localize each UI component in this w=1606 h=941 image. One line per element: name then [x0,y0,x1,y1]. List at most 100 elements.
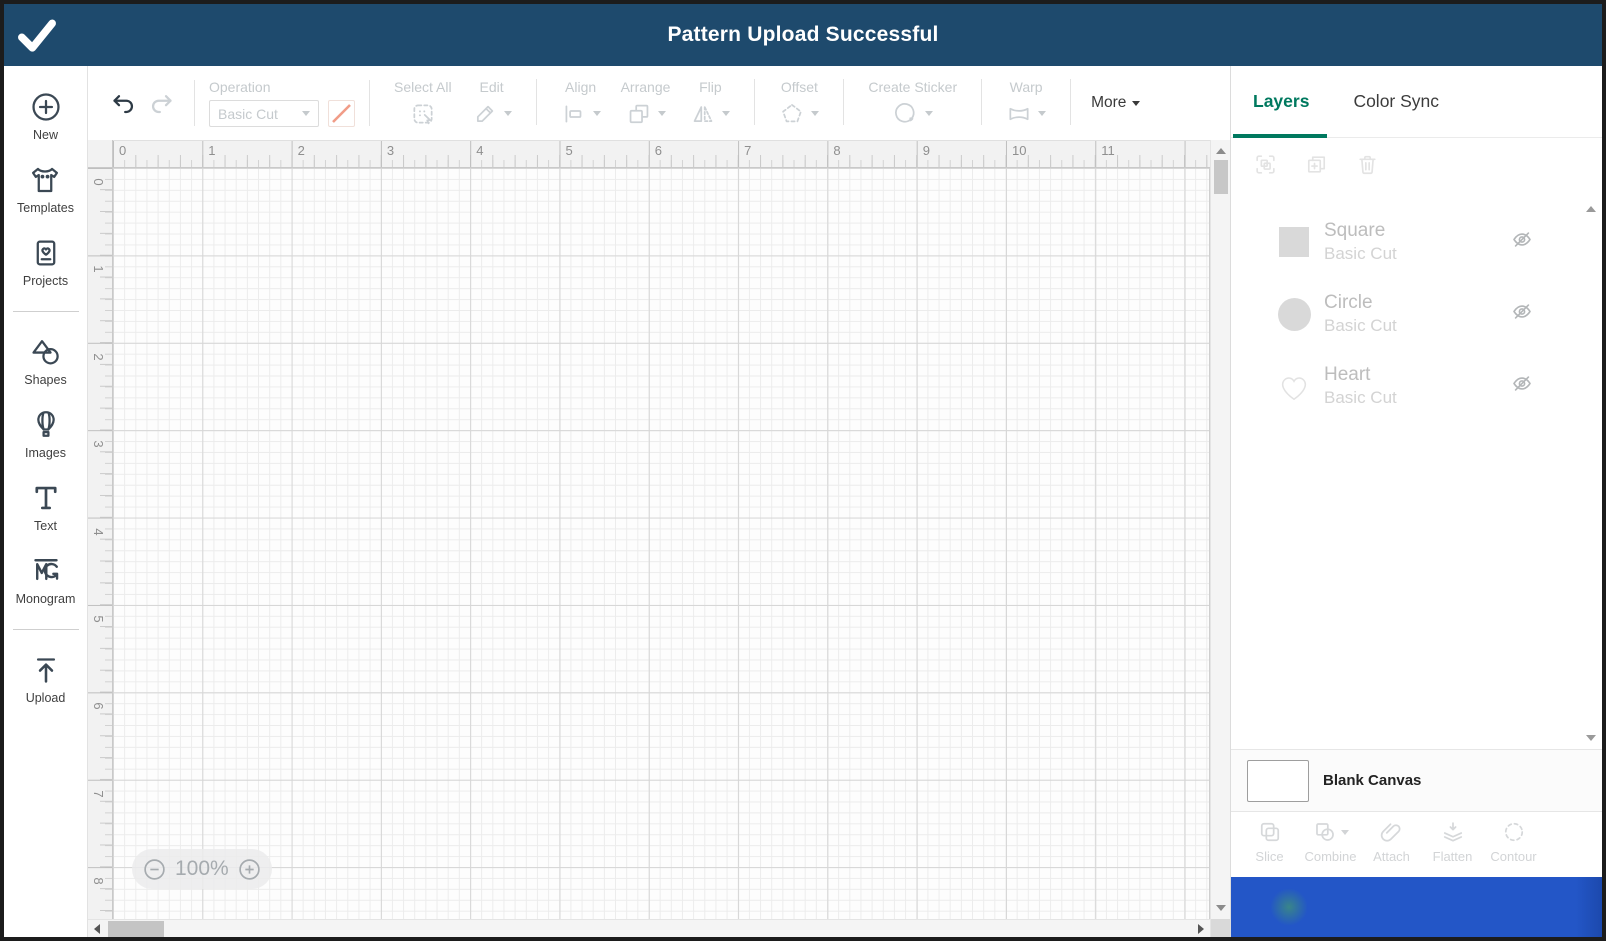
scroll-up-icon[interactable] [1216,148,1226,154]
sidebar-item-label: Projects [22,274,69,288]
toolbar-group: Align Arrange Flip [551,79,741,128]
horizontal-scrollbar[interactable] [88,919,1210,937]
h-ruler-number: 10 [1012,143,1027,158]
layer-row-circle[interactable]: Circle Basic Cut [1231,278,1602,350]
color-swatch-button[interactable] [328,100,355,127]
toolbar-divider [754,78,756,125]
zoom-level: 100% [175,857,229,880]
contour-button[interactable]: Contour [1483,818,1544,877]
canvas-background-label: Blank Canvas [1323,772,1422,789]
v-ruler-number: 2 [91,353,107,361]
toolbar-group: Select All Edit [384,79,522,128]
upload-icon [36,658,55,683]
slice-icon [1260,822,1279,842]
sidebar-item-templates[interactable]: Templates [17,163,74,215]
panel-tabs: Layers Color Sync [1231,66,1602,138]
duplicate-layers-button[interactable] [1304,152,1329,182]
sidebar-divider [12,311,79,312]
sidebar-item-upload[interactable]: Upload [26,653,65,705]
sidebar-item-label: Shapes [24,373,67,387]
create-sticker-label: Create Sticker [868,78,958,95]
sidebar-item-monogram[interactable]: Monogram [16,554,75,606]
create-sticker-button[interactable]: Create Sticker [868,79,957,128]
balloon-icon [36,411,55,437]
redo-button[interactable] [142,86,180,120]
redo-icon [151,94,172,113]
tab-color-sync[interactable]: Color Sync [1353,91,1439,112]
slice-button[interactable]: Slice [1239,818,1300,877]
delete-layers-button[interactable] [1355,152,1380,182]
h-ruler-number: 7 [744,143,752,158]
sidebar-item-images[interactable]: Images [25,408,66,460]
circle-thumbnail [1277,297,1311,331]
select-all-button[interactable]: Select All [394,79,452,128]
vertical-ruler: 0 1 2 3 4 5 6 7 8 [88,168,113,919]
sidebar-item-shapes[interactable]: Shapes [24,335,67,387]
scroll-down-icon[interactable] [1216,905,1226,911]
warp-label: Warp [1009,78,1043,95]
group-layers-button[interactable] [1253,152,1278,182]
more-label: More [1091,94,1127,111]
align-button[interactable]: Align [561,79,601,128]
toolbar-divider [1070,78,1072,125]
warp-button[interactable]: Warp [1006,78,1047,128]
vertical-scroll-thumb[interactable] [1214,160,1228,194]
contour-icon [1504,822,1523,842]
scroll-right-icon[interactable] [1198,924,1204,934]
scroll-left-icon[interactable] [94,924,100,934]
more-button[interactable]: More [1091,94,1141,112]
flip-icon [694,105,713,122]
canvas-grid[interactable] [113,168,1210,919]
attach-button[interactable]: Attach [1361,818,1422,877]
tab-layers[interactable]: Layers [1253,91,1309,112]
design-canvas[interactable]: 0 1 2 3 4 5 6 7 8 9 10 11 0 1 2 3 4 5 6 7 8 100% [88,140,1230,937]
v-ruler-number: 5 [91,615,107,623]
toggle-visibility-button[interactable] [1510,372,1534,401]
duplicate-icon [1307,156,1326,173]
h-ruler-number: 1 [208,143,216,158]
horizontal-scroll-thumb[interactable] [108,921,164,937]
combine-icon [1316,823,1334,841]
align-label: Align [565,78,597,95]
chevron-down-icon [722,111,731,116]
toggle-visibility-button[interactable] [1510,300,1534,329]
active-tab-underline [1233,134,1327,138]
list-scroll-down-icon[interactable] [1586,735,1596,741]
banner-title: Pattern Upload Successful [667,23,939,46]
offset-button[interactable]: Offset [779,79,820,128]
sidebar-item-projects[interactable]: Projects [23,236,68,288]
sidebar-item-text[interactable]: Text [29,481,63,533]
flatten-button[interactable]: Flatten [1422,818,1483,877]
pencil-icon [476,105,493,122]
arrange-button[interactable]: Arrange [620,78,671,128]
layer-operation: Basic Cut [1324,244,1397,263]
h-ruler-number: 4 [476,143,484,158]
chevron-down-icon [924,111,933,116]
canvas-color-swatch[interactable] [1247,759,1309,802]
operation-select[interactable]: Basic Cut [209,100,319,127]
left-sidebar: New Templates Projects Shapes Images Text Mono… [4,66,88,937]
canvas-background-row[interactable]: Blank Canvas [1231,749,1602,811]
flip-button[interactable]: Flip [690,79,731,128]
sidebar-item-new[interactable]: New [29,90,63,142]
zoom-in-button[interactable] [237,857,262,882]
scrollbar-corner [1211,919,1230,937]
flatten-icon [1443,822,1462,842]
layer-row-heart[interactable]: Heart Basic Cut [1231,350,1602,422]
eye-off-icon [1513,232,1531,247]
toggle-visibility-button[interactable] [1510,228,1534,257]
vertical-scrollbar[interactable] [1210,140,1230,937]
undo-button[interactable] [104,86,142,120]
select-all-label: Select All [394,78,452,95]
zoom-out-button[interactable] [142,857,167,882]
layer-list: Square Basic Cut Circle Basic Cut Heart … [1231,196,1602,749]
flatten-label: Flatten [1432,849,1473,864]
layer-name: Circle [1324,292,1373,313]
primary-action-button[interactable] [1231,877,1602,937]
arrange-label: Arrange [620,78,671,95]
sidebar-item-label: New [32,128,58,142]
combine-button[interactable]: Combine [1300,818,1361,877]
monogram-icon [33,559,58,581]
layer-row-square[interactable]: Square Basic Cut [1231,206,1602,278]
edit-button[interactable]: Edit [472,79,512,128]
